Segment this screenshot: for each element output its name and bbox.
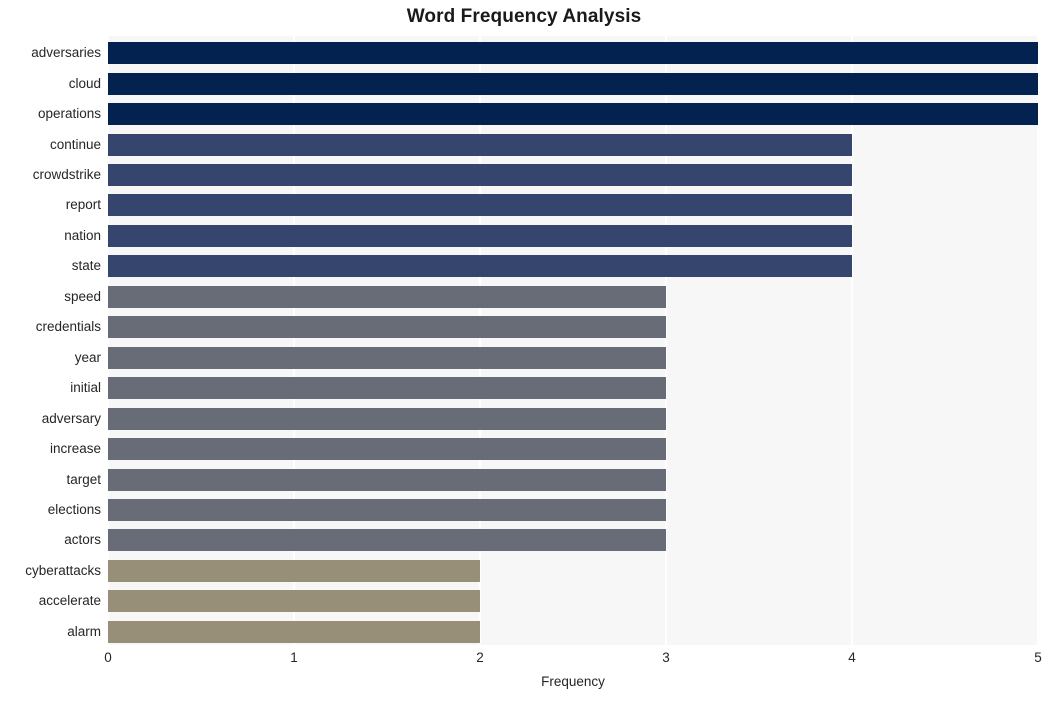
bar-nation <box>108 224 852 247</box>
y-tick-label-nation: nation <box>64 227 101 243</box>
y-tick-label-report: report <box>65 197 101 213</box>
bar-row <box>108 498 666 521</box>
x-tick-label-3: 3 <box>662 650 670 665</box>
y-tick-label-elections: elections <box>47 501 101 517</box>
bar-row <box>108 224 852 247</box>
bar-continue <box>108 133 852 156</box>
bar-row <box>108 164 852 187</box>
bar-accelerate <box>108 590 480 613</box>
x-axis-title: Frequency <box>541 674 605 689</box>
bar-target <box>108 468 666 491</box>
y-tick-label-continue: continue <box>49 136 101 152</box>
y-tick-label-increase: increase <box>49 441 101 457</box>
chart-title: Word Frequency Analysis <box>406 6 642 27</box>
bar-row <box>108 194 852 217</box>
bar-initial <box>108 377 666 400</box>
y-tick-label-crowdstrike: crowdstrike <box>32 167 101 183</box>
bar-row <box>108 285 666 308</box>
y-tick-label-actors: actors <box>64 532 101 548</box>
bar-speed <box>108 285 666 308</box>
x-axis-tick-labels: 0 1 2 3 4 5 <box>0 650 1048 670</box>
bar-row <box>108 590 480 613</box>
bar-increase <box>108 438 666 461</box>
bar-actors <box>108 529 666 552</box>
word-frequency-chart: Word Frequency Analysis adversaries cloud… <box>0 0 1048 701</box>
bars-container <box>108 36 1038 645</box>
bar-row <box>108 468 666 491</box>
bar-row <box>108 559 480 582</box>
y-tick-label-year: year <box>74 349 101 365</box>
x-tick-label-2: 2 <box>476 650 484 665</box>
bar-row <box>108 72 1038 95</box>
y-tick-label-adversaries: adversaries <box>31 45 101 61</box>
y-tick-label-state: state <box>71 258 101 274</box>
bar-row <box>108 103 1038 126</box>
bar-crowdstrike <box>108 164 852 187</box>
bar-row <box>108 346 666 369</box>
plot-area <box>107 36 1039 645</box>
y-tick-label-cloud: cloud <box>68 75 101 91</box>
bar-row <box>108 133 852 156</box>
bar-adversaries <box>108 42 1038 65</box>
bar-year <box>108 346 666 369</box>
y-tick-label-alarm: alarm <box>67 623 101 639</box>
bar-credentials <box>108 316 666 339</box>
x-tick-label-1: 1 <box>290 650 298 665</box>
bar-row <box>108 377 666 400</box>
y-tick-label-initial: initial <box>70 380 101 396</box>
bar-cyberattacks <box>108 559 480 582</box>
x-tick-label-4: 4 <box>848 650 856 665</box>
bar-row <box>108 438 666 461</box>
bar-report <box>108 194 852 217</box>
bar-adversary <box>108 407 666 430</box>
bar-elections <box>108 498 666 521</box>
bar-row <box>108 407 666 430</box>
x-tick-label-5: 5 <box>1034 650 1042 665</box>
bar-cloud <box>108 72 1038 95</box>
y-tick-label-cyberattacks: cyberattacks <box>25 562 101 578</box>
y-tick-label-speed: speed <box>64 288 101 304</box>
y-tick-label-credentials: credentials <box>35 319 101 335</box>
y-tick-label-accelerate: accelerate <box>38 593 101 609</box>
bar-operations <box>108 103 1038 126</box>
bar-row <box>108 620 480 643</box>
bar-row <box>108 42 1038 65</box>
bar-row <box>108 529 666 552</box>
y-tick-label-target: target <box>66 471 101 487</box>
y-axis-tick-labels: adversaries cloud operations continue crowds… <box>0 36 101 645</box>
bar-row <box>108 255 852 278</box>
y-tick-label-operations: operations <box>37 106 101 122</box>
y-tick-label-adversary: adversary <box>41 410 101 426</box>
bar-row <box>108 316 666 339</box>
bar-state <box>108 255 852 278</box>
bar-alarm <box>108 620 480 643</box>
x-tick-label-0: 0 <box>104 650 112 665</box>
